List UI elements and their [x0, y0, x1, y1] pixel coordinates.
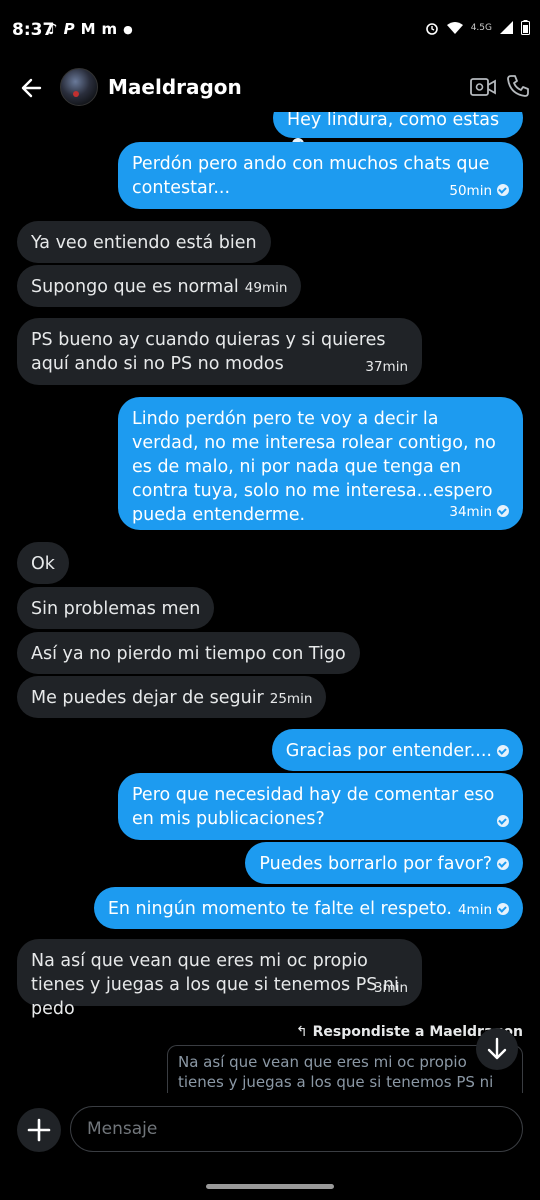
message-bubble-outgoing[interactable]: Lindo perdón pero te voy a decir la verd… — [118, 397, 523, 530]
read-check-icon — [497, 184, 509, 196]
network-type: 4.5G — [470, 22, 492, 33]
signal-icon — [500, 21, 513, 34]
arrow-down-icon — [487, 1037, 507, 1060]
message-bubble-incoming[interactable]: PS bueno ay cuando quieras y si quieres … — [17, 318, 422, 385]
reply-arrow-icon: ↰ — [295, 1024, 308, 1040]
message-bubble-outgoing[interactable]: Hey lindura, como estas — [273, 112, 523, 150]
status-bar: 8:37 ♪ P M m ● 4.5G — [0, 0, 540, 60]
p-icon: P — [63, 20, 75, 38]
message-bubble-incoming[interactable]: Na así que vean que eres mi oc propio ti… — [17, 939, 422, 1019]
message-time: 34min — [449, 500, 509, 524]
message-text: Gracias por entender.... — [285, 741, 492, 761]
notification-icons: ♪ P M m ● — [48, 20, 133, 38]
message-time: 49min — [244, 280, 288, 296]
avatar[interactable] — [60, 68, 98, 106]
message-time: 4min — [458, 902, 509, 918]
battery-icon — [521, 20, 530, 35]
message-text: Na así que vean que eres mi oc propio ti… — [31, 951, 399, 1019]
video-call-button[interactable] — [470, 76, 496, 98]
message-input[interactable] — [71, 1107, 522, 1151]
message-bubble-outgoing[interactable]: Gracias por entender.... — [271, 729, 523, 771]
message-bubble-incoming[interactable]: Me puedes dejar de seguir 25min — [17, 676, 327, 718]
back-button[interactable] — [18, 74, 46, 102]
message-bubble-incoming[interactable]: Ya veo entiendo está bien — [17, 221, 271, 263]
alarm-icon — [425, 22, 438, 35]
back-arrow-icon — [21, 78, 42, 98]
message-text: Pero que necesidad hay de comentar eso e… — [132, 785, 495, 829]
video-camera-icon — [470, 78, 496, 96]
read-check-icon — [497, 858, 509, 870]
message-text: Puedes borrarlo por favor? — [259, 854, 492, 874]
message-time: 50min — [449, 179, 509, 203]
plus-icon — [27, 1118, 51, 1142]
message-text: Perdón pero ando con muchos chats que co… — [132, 154, 490, 198]
message-text: Así ya no pierdo mi tiempo con Tigo — [31, 644, 346, 664]
reply-quote[interactable]: Na así que vean que eres mi oc propio ti… — [167, 1045, 523, 1093]
message-text: Me puedes dejar de seguir — [31, 688, 264, 708]
message-text: Ok — [31, 554, 55, 574]
contact-name[interactable]: Maeldragon — [108, 75, 242, 99]
message-bubble-outgoing[interactable]: Puedes borrarlo por favor? — [245, 842, 523, 884]
voice-call-button[interactable] — [506, 74, 530, 98]
read-check-icon — [497, 903, 509, 915]
message-text: Lindo perdón pero te voy a decir la verd… — [132, 409, 496, 525]
system-icons: 4.5G — [425, 20, 530, 35]
message-bubble-incoming[interactable]: Sin problemas men — [17, 587, 215, 629]
message-time: 25min — [269, 691, 313, 707]
message-bubble-outgoing[interactable]: En ningún momento te falte el respeto. 4m… — [93, 887, 523, 929]
add-media-button[interactable] — [17, 1108, 61, 1152]
phone-icon — [507, 75, 529, 97]
message-bubble-incoming[interactable]: Supongo que es normal 49min — [17, 265, 302, 307]
read-check-icon — [497, 745, 509, 757]
mcdonalds-icon: m — [101, 20, 118, 38]
wifi-icon — [446, 22, 463, 34]
message-bubble-outgoing[interactable]: Perdón pero ando con muchos chats que co… — [118, 142, 523, 209]
message-time: 37min — [365, 359, 408, 375]
message-text: Ya veo entiendo está bien — [31, 233, 257, 253]
dot-icon: ● — [123, 22, 133, 36]
conversation-header: Maeldragon — [0, 60, 540, 115]
gmail-icon: M — [80, 20, 96, 38]
read-check-icon — [497, 815, 509, 827]
message-text: Supongo que es normal — [31, 277, 239, 297]
message-text: En ningún momento te falte el respeto. — [107, 899, 452, 919]
message-text: Sin problemas men — [31, 599, 201, 619]
message-time: 3min — [373, 980, 408, 996]
message-status — [492, 810, 509, 834]
message-bubble-outgoing[interactable]: Pero que necesidad hay de comentar eso e… — [118, 773, 523, 840]
message-input-container[interactable] — [70, 1106, 523, 1152]
home-indicator[interactable] — [206, 1184, 334, 1189]
read-check-icon — [497, 505, 509, 517]
message-text: PS bueno ay cuando quieras y si quieres … — [31, 330, 386, 374]
message-bubble-incoming[interactable]: Así ya no pierdo mi tiempo con Tigo — [17, 632, 360, 674]
message-bubble-incoming[interactable]: Ok — [17, 542, 69, 584]
tiktok-icon: ♪ — [48, 20, 58, 38]
message-list[interactable]: Hey lindura, como estas Perdón pero ando… — [0, 112, 540, 1100]
scroll-to-bottom-button[interactable] — [476, 1028, 518, 1070]
